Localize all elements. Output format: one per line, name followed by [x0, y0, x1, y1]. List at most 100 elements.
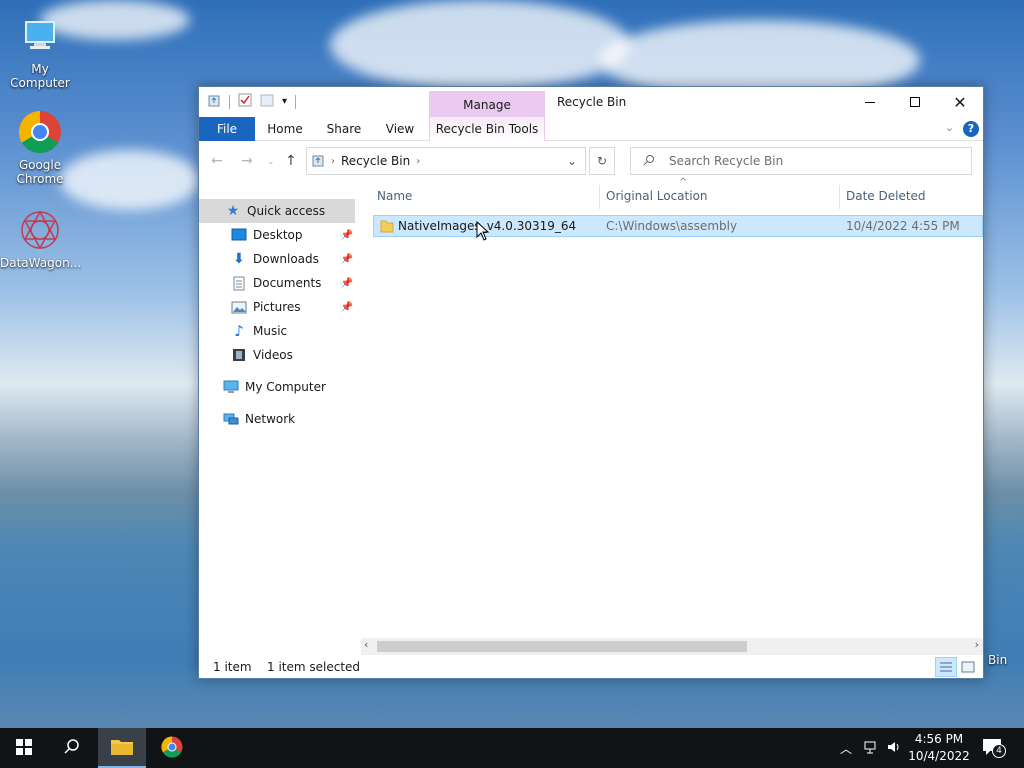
- nav-item-videos[interactable]: Videos: [199, 343, 355, 367]
- computer-icon: [223, 379, 239, 395]
- properties-icon[interactable]: [238, 93, 252, 110]
- taskbar-file-explorer[interactable]: [98, 728, 146, 768]
- mouse-cursor-icon: [476, 220, 490, 244]
- wallpaper-cloud: [330, 0, 630, 90]
- ribbon-tabs: File Home Share View Recycle Bin Tools ⌄…: [199, 117, 983, 141]
- nav-item-downloads[interactable]: ⬇ Downloads 📌: [199, 247, 355, 271]
- horizontal-scrollbar[interactable]: ‹ ›: [361, 638, 983, 655]
- column-header-name[interactable]: Name: [363, 183, 599, 209]
- nav-item-music[interactable]: ♪ Music: [199, 319, 355, 343]
- pin-icon[interactable]: 📌: [341, 254, 353, 265]
- nav-item-network[interactable]: Network: [199, 407, 355, 431]
- nav-item-desktop[interactable]: Desktop 📌: [199, 223, 355, 247]
- nav-label: Quick access: [247, 204, 326, 218]
- film-icon: [231, 347, 247, 363]
- star-icon: ★: [226, 203, 240, 219]
- nav-label: Videos: [253, 348, 293, 362]
- title-bar[interactable]: ▾ Manage Recycle Bin ✕: [199, 87, 983, 119]
- details-view-icon[interactable]: [935, 657, 957, 677]
- table-row[interactable]: NativeImages_v4.0.30319_64 C:\Windows\as…: [373, 215, 983, 237]
- new-folder-icon[interactable]: [260, 93, 274, 110]
- desktop-partial-label: Bin: [988, 653, 1008, 667]
- nav-label: Network: [245, 412, 296, 426]
- desktop-icon-my-computer[interactable]: My Computer: [0, 12, 80, 90]
- maximize-button[interactable]: [892, 87, 938, 117]
- taskbar: ︿ 4:56 PM 10/4/2022 4: [0, 728, 1024, 768]
- tab-home[interactable]: Home: [263, 117, 307, 141]
- nav-item-documents[interactable]: Documents 📌: [199, 271, 355, 295]
- music-note-icon: ♪: [234, 322, 244, 340]
- customize-qat-icon[interactable]: ▾: [282, 96, 287, 107]
- address-dropdown-icon[interactable]: ⌄: [567, 154, 577, 168]
- picture-icon: [231, 299, 247, 315]
- document-icon: [231, 275, 247, 291]
- pin-icon[interactable]: 📌: [341, 230, 353, 241]
- scroll-left-icon[interactable]: ‹: [364, 638, 368, 651]
- search-input[interactable]: [669, 154, 949, 168]
- tab-view[interactable]: View: [381, 117, 419, 141]
- desktop-icon-datawagon[interactable]: DataWagon...: [0, 206, 82, 270]
- desktop-icon-label: My Computer: [10, 62, 70, 90]
- datawagon-icon: [16, 206, 64, 254]
- up-arrow-icon[interactable]: ↑: [285, 153, 297, 169]
- file-original-location: C:\Windows\assembly: [606, 219, 738, 233]
- recent-locations-icon[interactable]: ⌄: [267, 157, 275, 167]
- minimize-icon: [865, 101, 875, 103]
- download-arrow-icon: ⬇: [233, 251, 245, 267]
- wallpaper-cloud: [60, 150, 200, 210]
- large-icons-view-icon[interactable]: [959, 659, 977, 675]
- maximize-icon: [910, 97, 920, 107]
- network-status-icon[interactable]: [864, 739, 880, 758]
- close-button[interactable]: ✕: [937, 87, 983, 117]
- scroll-right-icon[interactable]: ›: [975, 638, 979, 651]
- refresh-button[interactable]: ↻: [589, 147, 615, 175]
- desktop-icon-label: DataWagon...: [0, 256, 82, 270]
- action-center-button[interactable]: 4: [982, 738, 1006, 759]
- taskbar-chrome[interactable]: [148, 728, 196, 768]
- tab-recycle-bin-tools[interactable]: Recycle Bin Tools: [429, 117, 545, 141]
- chrome-icon: [16, 108, 64, 156]
- minimize-button[interactable]: [847, 87, 893, 117]
- expand-ribbon-icon[interactable]: ⌄: [945, 121, 954, 134]
- item-count: 1 item: [213, 660, 252, 674]
- file-list: ^ Name Original Location Date Deleted Na…: [361, 177, 983, 637]
- tab-share[interactable]: Share: [321, 117, 367, 141]
- tab-file[interactable]: File: [199, 117, 255, 141]
- folder-icon: [380, 218, 394, 237]
- status-bar: 1 item 1 item selected: [199, 657, 983, 679]
- desktop-icon: [231, 227, 247, 243]
- show-hidden-icons-icon[interactable]: ︿: [840, 740, 852, 757]
- search-box[interactable]: [630, 147, 972, 175]
- file-explorer-icon: [110, 736, 134, 759]
- column-header-date-deleted[interactable]: Date Deleted: [832, 183, 982, 209]
- breadcrumb-recycle-bin[interactable]: Recycle Bin: [341, 154, 410, 168]
- address-bar-row: ← → ⌄ ↑ › Recycle Bin › ⌄ ↻: [199, 147, 983, 177]
- divider: [229, 94, 230, 109]
- search-icon: [64, 738, 80, 758]
- network-icon: [223, 411, 239, 427]
- chrome-icon: [161, 736, 183, 761]
- nav-item-pictures[interactable]: Pictures 📌: [199, 295, 355, 319]
- nav-item-my-computer[interactable]: My Computer: [199, 375, 355, 399]
- breadcrumb-chevron-icon[interactable]: ›: [416, 156, 420, 167]
- scrollbar-thumb[interactable]: [377, 641, 747, 652]
- nav-item-quick-access[interactable]: ★ Quick access: [199, 199, 355, 223]
- desktop-icon-google-chrome[interactable]: Google Chrome: [0, 108, 80, 186]
- back-arrow-icon[interactable]: ←: [211, 153, 223, 169]
- clock[interactable]: 4:56 PM 10/4/2022: [906, 731, 972, 765]
- tab-manage[interactable]: Manage: [429, 91, 545, 119]
- clock-date: 10/4/2022: [908, 749, 970, 763]
- pin-icon[interactable]: 📌: [341, 278, 353, 289]
- volume-icon[interactable]: [886, 739, 902, 758]
- desktop-icon-label: Google Chrome: [16, 158, 64, 186]
- selection-count: 1 item selected: [267, 660, 361, 674]
- pin-icon[interactable]: 📌: [341, 302, 353, 313]
- forward-arrow-icon[interactable]: →: [241, 153, 253, 169]
- help-icon[interactable]: ?: [963, 121, 979, 137]
- start-button[interactable]: [0, 728, 48, 768]
- address-box[interactable]: › Recycle Bin › ⌄: [306, 147, 586, 175]
- column-header-original-location[interactable]: Original Location: [592, 183, 832, 209]
- nav-label: Desktop: [253, 228, 303, 242]
- search-button[interactable]: [48, 728, 96, 768]
- windows-logo-icon: [16, 738, 32, 758]
